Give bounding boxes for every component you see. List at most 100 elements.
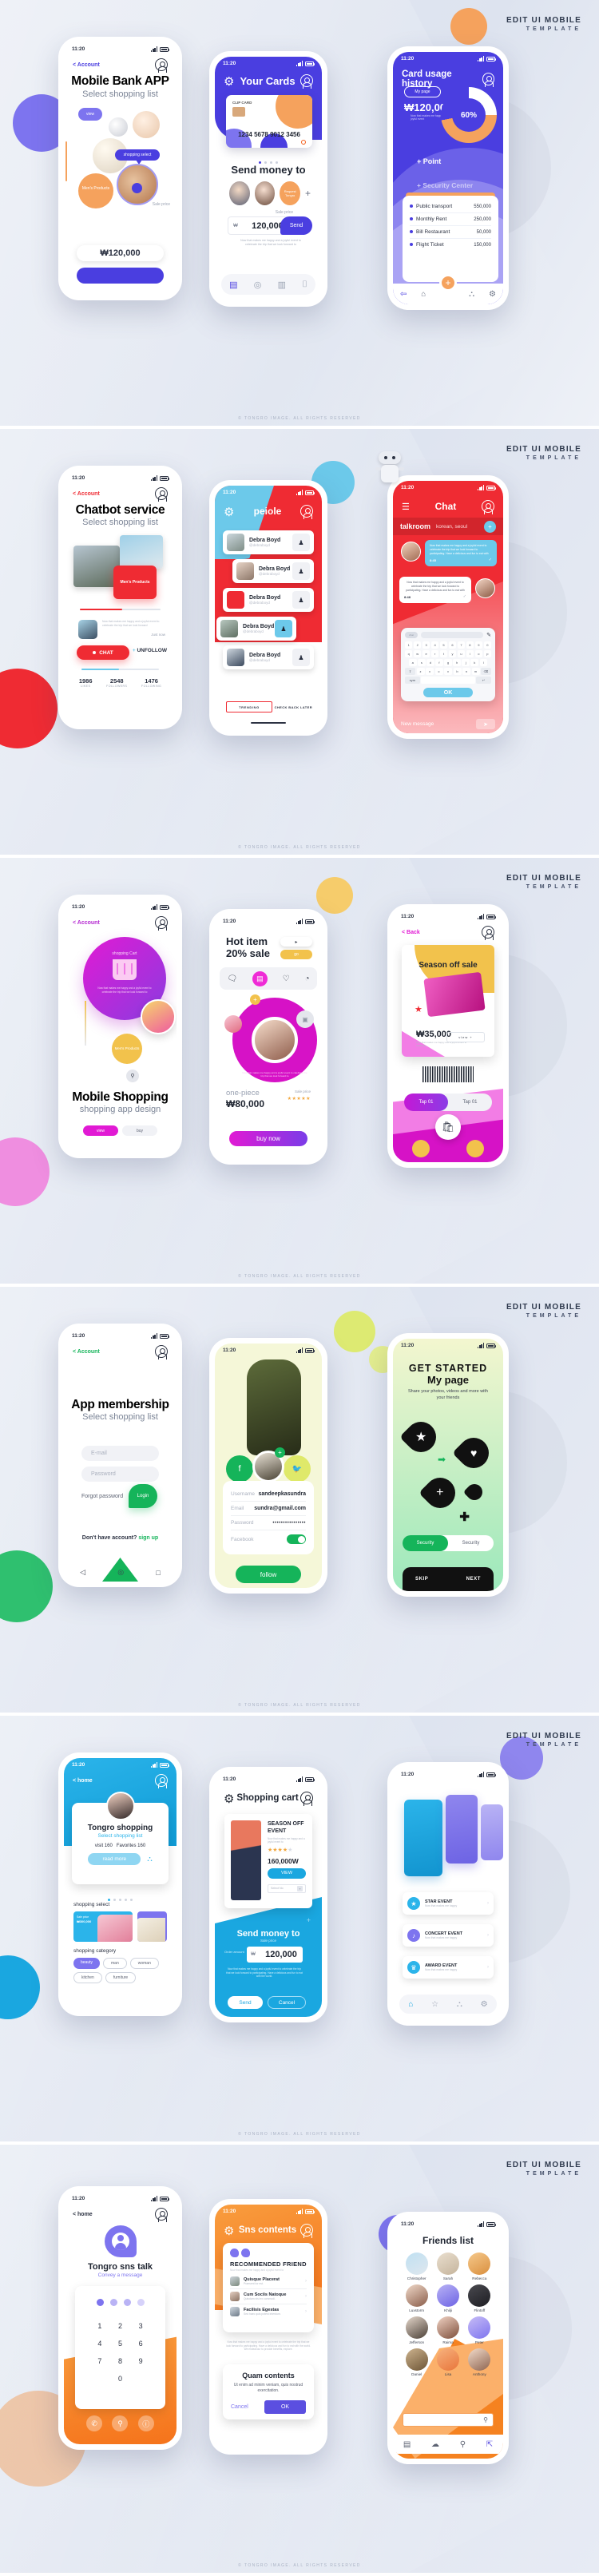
cancel-button[interactable]: Cancel — [268, 1996, 306, 2009]
recents-square-icon[interactable]: □ — [156, 1569, 160, 1577]
list-item[interactable]: ♛ AWARD EVENT Now that makes me happy › — [403, 1956, 494, 1979]
account-icon[interactable] — [155, 58, 168, 73]
play-icon[interactable]: ▸ — [280, 937, 312, 947]
gift-thumb[interactable] — [141, 999, 176, 1034]
skip-button[interactable]: SKIP — [415, 1577, 428, 1582]
cloud-icon[interactable]: ☁ — [431, 2440, 439, 2449]
product-thumb[interactable] — [224, 1015, 242, 1033]
add-contact-icon[interactable]: ♟ — [292, 591, 310, 609]
phone-profile-settings[interactable]: 11:20 f 🐦 + Username sandeepkasundra Ema… — [209, 1338, 327, 1594]
facebook-toggle[interactable] — [287, 1534, 306, 1544]
back-link[interactable]: < Account — [73, 920, 100, 926]
keyboard-row[interactable]: asdfghjkl — [405, 659, 491, 666]
list-item[interactable]: ★ STAR EVENT Now that makes me happy › — [403, 1892, 494, 1915]
back-link[interactable]: < Back — [402, 930, 420, 935]
location-pin-icon[interactable] — [462, 1480, 486, 1504]
account-icon[interactable] — [155, 2208, 168, 2223]
list-item[interactable]: Debra Boyd @debraboyd ♟ — [232, 559, 314, 583]
shopping-bag-icon[interactable]: 🛍 — [435, 1114, 461, 1140]
event-banner-card[interactable] — [446, 1795, 478, 1864]
tab-trending[interactable]: TRENDING — [226, 701, 272, 712]
search-icon[interactable]: ⚲ — [483, 2416, 488, 2423]
facebook-icon[interactable]: f — [226, 1455, 253, 1482]
table-row[interactable]: Monthly Rent 250,000 — [410, 213, 491, 226]
phone-card-usage-history[interactable]: 11:20 Card usage history My page ₩120,00… — [387, 46, 509, 310]
form-row[interactable]: Facebook — [231, 1530, 306, 1548]
chevron-right-icon[interactable]: › — [305, 2309, 307, 2314]
password-field[interactable]: Password — [81, 1467, 159, 1482]
phone-sns-contents[interactable]: 11:20 Sns contents RECOMMENDED FRIEND No… — [209, 2199, 327, 2455]
category-chip[interactable]: beauty — [73, 1958, 101, 1969]
category-chip[interactable]: woman — [129, 1958, 159, 1969]
search-circle-icon[interactable]: ⚲ — [460, 2440, 466, 2449]
message-input-bar[interactable]: New message ➤ — [401, 719, 495, 729]
phone-hot-item[interactable]: 11:20 Hot item 20% sale ▸ go 🗨 ▤ ♡ ◔ Now… — [209, 909, 327, 1165]
add-contact-icon[interactable]: ♟ — [275, 620, 292, 637]
wallet-icon[interactable]: ▤ — [229, 280, 237, 290]
list-item[interactable]: ♪ CONCERT EVENT Now that makes me happy › — [403, 1924, 494, 1947]
key-3[interactable]: 3 — [130, 2317, 151, 2335]
key-4[interactable]: 4 — [89, 2335, 110, 2352]
gear-icon[interactable]: ⚙ — [489, 290, 496, 299]
keyboard-row[interactable]: qwertyuiop — [405, 650, 492, 657]
ok-button[interactable]: OK — [264, 2400, 306, 2414]
share-icon[interactable]: ⛬ — [469, 290, 474, 299]
list-item[interactable]: Rebecca — [464, 2253, 495, 2280]
list-item[interactable]: Jefferson — [401, 2316, 432, 2344]
back-icon[interactable]: ⇦ — [400, 290, 407, 299]
bottom-tab-bar[interactable]: ⌂ ☆ ⛬ ⚙ — [399, 1995, 497, 2014]
tab-bar[interactable]: Tap 01 Tap 01 — [404, 1094, 492, 1111]
media-icon[interactable]: ▣ — [296, 1010, 314, 1028]
share-icon[interactable]: ⛬ — [147, 1855, 152, 1864]
chip-mens-products[interactable]: Men's Products — [112, 1034, 142, 1064]
gear-icon[interactable]: ⚙ — [481, 2000, 488, 2009]
view-button[interactable]: view — [83, 1125, 118, 1136]
tab-security-active[interactable]: Security — [403, 1535, 448, 1551]
chevron-right-icon[interactable]: › — [487, 1965, 489, 1970]
plus-pin-icon[interactable]: + — [419, 1471, 462, 1514]
list-item[interactable]: Debra Boyd @debraboyd ♟ — [223, 588, 314, 612]
info-icon[interactable]: ⓘ — [137, 2415, 154, 2431]
keyboard-input[interactable] — [421, 632, 484, 638]
basket-icon[interactable]: ▤ — [252, 970, 268, 986]
phone-events-list[interactable]: 11:20 ★ STAR EVENT Now that makes me happ… — [387, 1762, 509, 2026]
list-item[interactable]: Daniel — [401, 2348, 432, 2376]
add-contact-icon[interactable]: ♟ — [292, 562, 310, 580]
twitter-icon[interactable]: 🐦 — [284, 1455, 311, 1482]
profile-avatar[interactable] — [105, 1792, 135, 1820]
phone-chat-room[interactable]: 11:20 ☰ Chat talkroom korean, seoul + No… — [387, 475, 509, 739]
table-row[interactable]: Public transport 550,000 — [410, 200, 491, 213]
mens-products-card[interactable]: Men's Products — [113, 566, 157, 599]
list-item[interactable]: Christopher — [401, 2253, 432, 2280]
bottom-actions[interactable]: ✆ ⚲ ⓘ — [64, 2415, 177, 2431]
list-item[interactable]: Khilji — [432, 2284, 463, 2312]
account-icon[interactable] — [155, 1345, 168, 1360]
phone-icon[interactable]: ✆ — [86, 2415, 103, 2431]
coin-icon[interactable]: ◎ — [254, 280, 262, 290]
back-link[interactable]: < Account — [73, 1349, 100, 1355]
read-more-button[interactable]: read more — [88, 1853, 141, 1865]
key-5[interactable]: 5 — [110, 2335, 131, 2352]
email-field[interactable]: E-mail — [81, 1446, 159, 1461]
unfollow-button[interactable]: + UNFOLLOW — [133, 648, 167, 653]
chevron-right-icon[interactable]: › — [305, 2279, 307, 2284]
list-item[interactable]: Anthony — [464, 2348, 495, 2376]
add-contact-icon[interactable]: ♟ — [292, 534, 310, 551]
category-tabs[interactable]: 🗨 ▤ ♡ ◔ — [220, 967, 317, 990]
hamburger-icon[interactable]: ☰ — [402, 502, 410, 512]
keypad[interactable]: 1 2 3 4 5 6 7 8 9 0 — [75, 2317, 165, 2387]
search-input[interactable]: ⚲ — [403, 2413, 494, 2427]
chip-shopping-select[interactable]: shopping select — [115, 149, 160, 161]
event-banner-card[interactable] — [404, 1800, 442, 1876]
back-link[interactable]: < home — [73, 1778, 93, 1784]
back-link[interactable]: < Account — [73, 62, 100, 68]
keyboard-panel[interactable]: chat ✎ 1234567890 qwertyuiop asdfghjkl ⇧… — [401, 628, 495, 701]
account-icon[interactable] — [300, 74, 313, 89]
category-chip[interactable]: furniture — [105, 1972, 137, 1983]
pin-pad[interactable]: 1 2 3 4 5 6 7 8 9 0 — [75, 2286, 165, 2409]
phone-chatbot-profile[interactable]: 11:20 < Account Chatbot service Select s… — [58, 466, 182, 729]
phone-tongro-shopping-home[interactable]: 11:20 < home Tongro shopping Select shop… — [58, 1752, 182, 2016]
phone-mobile-bank-home[interactable]: 11:20 < Account Mobile Bank APP Select s… — [58, 37, 182, 300]
gear-icon[interactable] — [224, 1792, 235, 1804]
search-icon[interactable]: ⚲ — [126, 1070, 139, 1082]
